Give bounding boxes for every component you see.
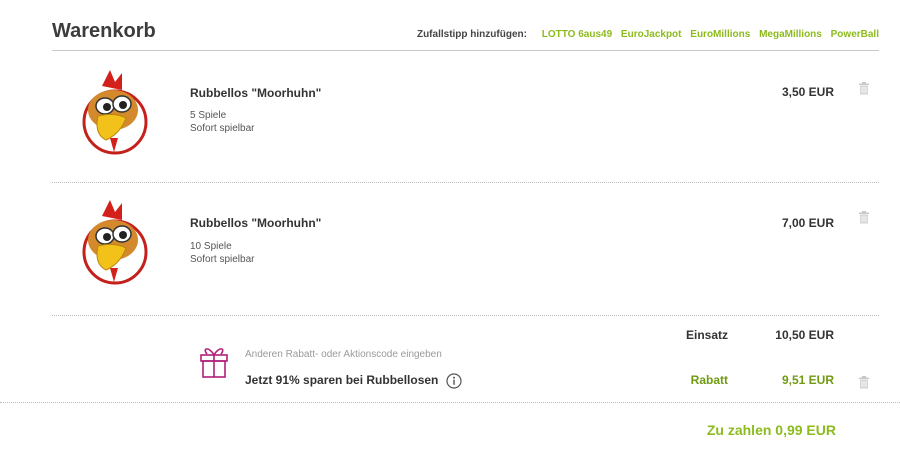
info-icon[interactable] xyxy=(446,373,462,389)
item-games: 5 Spiele xyxy=(190,110,227,121)
item-title: Rubbellos "Moorhuhn" xyxy=(190,86,322,100)
quicktip-lotto-link[interactable]: LOTTO 6aus49 xyxy=(542,29,612,40)
total-amount: Zu zahlen 0,99 EUR xyxy=(706,422,836,438)
trash-icon[interactable] xyxy=(858,376,870,389)
item-games: 10 Spiele xyxy=(190,241,232,252)
trash-icon[interactable] xyxy=(858,82,870,95)
item-divider xyxy=(52,182,879,183)
moorhuhn-product-image xyxy=(82,200,148,285)
discount-label: Rabatt xyxy=(690,373,728,387)
stake-value: 10,50 EUR xyxy=(775,328,834,342)
promo-text: Jetzt 91% sparen bei Rubbellosen xyxy=(245,373,462,389)
item-divider xyxy=(52,315,879,316)
discount-value: 9,51 EUR xyxy=(781,373,834,387)
promo-text-label: Jetzt 91% sparen bei Rubbellosen xyxy=(245,373,439,388)
summary-divider xyxy=(0,402,900,403)
item-price: 7,00 EUR xyxy=(781,216,834,230)
gift-icon xyxy=(200,348,228,378)
quicktip-eurojackpot-link[interactable]: EuroJackpot xyxy=(621,29,682,40)
item-title: Rubbellos "Moorhuhn" xyxy=(190,216,322,230)
quick-tip-label: Zufallstipp hinzufügen: xyxy=(416,29,527,40)
quicktip-megamillions-link[interactable]: MegaMillions xyxy=(759,29,822,40)
page-title: Warenkorb xyxy=(52,20,156,42)
item-availability: Sofort spielbar xyxy=(190,123,255,134)
item-availability: Sofort spielbar xyxy=(190,254,255,265)
quick-tip-links: Zufallstipp hinzufügen: LOTTO 6aus49 Eur… xyxy=(417,29,879,40)
item-price: 3,50 EUR xyxy=(781,85,834,99)
quicktip-euromillions-link[interactable]: EuroMillions xyxy=(690,29,750,40)
moorhuhn-product-image xyxy=(82,70,148,155)
header-divider xyxy=(52,50,879,51)
trash-icon[interactable] xyxy=(858,211,870,224)
stake-label: Einsatz xyxy=(685,328,728,342)
promo-code-input[interactable]: Anderen Rabatt- oder Aktionscode eingebe… xyxy=(245,349,442,360)
quicktip-powerball-link[interactable]: PowerBall xyxy=(831,29,879,40)
